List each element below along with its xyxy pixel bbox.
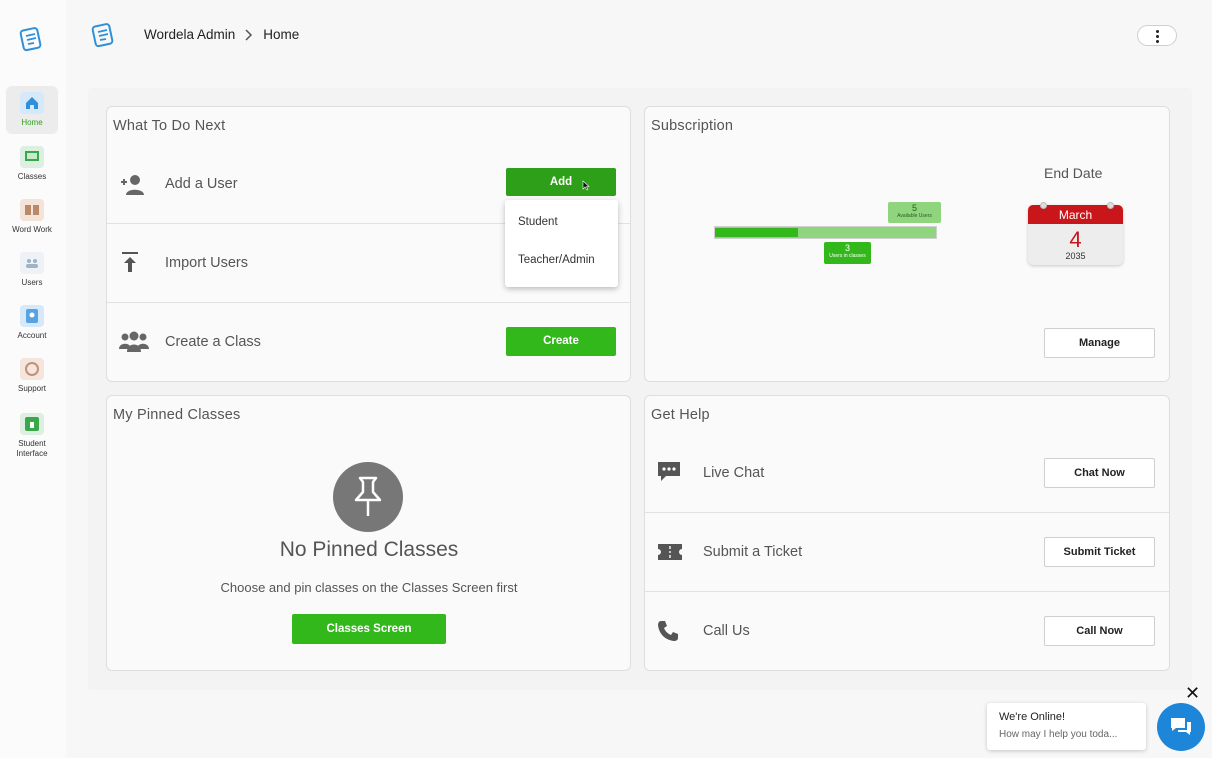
- card-title: What To Do Next: [113, 118, 226, 134]
- dropdown-item-student[interactable]: Student: [518, 216, 558, 228]
- phone-icon: [658, 621, 678, 641]
- sidebar-item-label: Home: [21, 118, 43, 127]
- chat-now-button[interactable]: Chat Now: [1044, 458, 1155, 488]
- sidebar-item-users[interactable]: Users: [6, 246, 58, 294]
- upload-icon: [122, 252, 138, 272]
- add-user-dropdown: Student Teacher/Admin: [505, 200, 618, 287]
- calendar-day: 4: [1069, 227, 1082, 252]
- end-date-label: End Date: [1044, 165, 1103, 181]
- row-label: Submit a Ticket: [703, 544, 803, 560]
- users-in-classes-value: 3: [844, 243, 850, 253]
- no-pinned-title: No Pinned Classes: [279, 538, 459, 561]
- row-label: Add a User: [165, 176, 238, 192]
- users-in-classes-fill: [715, 228, 798, 237]
- home-icon: [20, 92, 44, 114]
- chevron-right-icon: [245, 28, 253, 41]
- kebab-dot: [1156, 30, 1159, 33]
- chat-prompt-text: How may I help you toda...: [999, 729, 1118, 740]
- row-label: Create a Class: [165, 334, 261, 350]
- users-in-classes-tooltip: 3 Users in classes: [824, 242, 871, 264]
- card-title: Subscription: [651, 118, 734, 134]
- classes-icon: [20, 146, 44, 168]
- ticket-icon: [658, 544, 682, 560]
- create-button[interactable]: Create: [506, 327, 616, 356]
- book-icon: [20, 199, 44, 221]
- sidebar-item-label: Users: [21, 278, 43, 287]
- group-icon: [119, 331, 149, 352]
- dropdown-item-teacher-admin[interactable]: Teacher/Admin: [518, 254, 595, 266]
- submit-ticket-button[interactable]: Submit Ticket: [1044, 537, 1155, 567]
- calendar-ring: [1107, 202, 1114, 209]
- chat-online-text: We're Online!: [999, 711, 1066, 723]
- student-interface-icon: [20, 413, 44, 435]
- get-help-card: Get Help Live Chat Chat Now Submit a Tic…: [644, 395, 1170, 671]
- sidebar-item-label: Word Work: [12, 225, 52, 234]
- available-users-tooltip: 5 Available Users: [888, 202, 941, 223]
- kebab-dot: [1156, 35, 1159, 38]
- add-user-icon: [121, 175, 144, 195]
- chat-greeting-bubble[interactable]: We're Online! How may I help you toda...: [987, 703, 1146, 750]
- card-title: My Pinned Classes: [113, 407, 241, 423]
- create-class-row: Create a Class Create: [107, 303, 630, 382]
- kebab-dot: [1156, 40, 1159, 43]
- users-icon: [20, 252, 44, 274]
- sidebar-item-label: Student Interface: [16, 439, 48, 458]
- sidebar-item-student-interface[interactable]: Student Interface: [6, 407, 58, 465]
- available-users-value: 5: [911, 203, 917, 213]
- sidebar-item-account[interactable]: Account: [6, 299, 58, 347]
- mouse-cursor-icon: [582, 180, 590, 191]
- sidebar: Home Classes Word Work Users Account Sup…: [0, 0, 66, 758]
- wordela-logo-icon[interactable]: [90, 22, 116, 48]
- account-icon: [20, 305, 44, 327]
- sidebar-item-word-work[interactable]: Word Work: [6, 193, 58, 241]
- sidebar-item-support[interactable]: Support: [6, 352, 58, 400]
- call-now-button[interactable]: Call Now: [1044, 616, 1155, 646]
- open-chat-button[interactable]: [1157, 703, 1205, 751]
- classes-screen-button[interactable]: Classes Screen: [292, 614, 446, 644]
- chat-icon: [658, 462, 680, 481]
- users-bar: [714, 226, 937, 239]
- no-pinned-subtitle: Choose and pin classes on the Classes Sc…: [220, 580, 518, 595]
- live-chat-row: Live Chat Chat Now: [645, 434, 1169, 513]
- sidebar-item-classes[interactable]: Classes: [6, 140, 58, 188]
- sidebar-item-label: Classes: [17, 172, 47, 181]
- pinned-classes-card: My Pinned Classes Classes Screen: [106, 395, 631, 671]
- breadcrumb-current: Home: [263, 27, 300, 42]
- row-label: Live Chat: [703, 465, 765, 481]
- sidebar-item-label: Support: [17, 384, 47, 393]
- breadcrumb: Wordela Admin Home: [144, 27, 299, 42]
- row-label: Call Us: [703, 623, 750, 639]
- pushpin-icon: [333, 462, 403, 532]
- row-label: Import Users: [165, 255, 248, 271]
- available-users-label: Available Users: [897, 213, 932, 219]
- sidebar-item-label: Account: [17, 331, 47, 340]
- add-button[interactable]: Add: [506, 168, 616, 196]
- manage-button[interactable]: Manage: [1044, 328, 1155, 358]
- more-options-button[interactable]: [1137, 25, 1177, 46]
- users-in-classes-label: Users in classes: [829, 253, 866, 259]
- submit-ticket-row: Submit a Ticket Submit Ticket: [645, 513, 1169, 592]
- end-date-calendar: March 4 2035: [1028, 205, 1123, 265]
- wordela-logo-icon[interactable]: [18, 26, 44, 52]
- call-us-row: Call Us Call Now: [645, 592, 1169, 671]
- breadcrumb-root[interactable]: Wordela Admin: [144, 27, 235, 42]
- sidebar-item-home[interactable]: Home: [6, 86, 58, 134]
- calendar-ring: [1040, 202, 1047, 209]
- calendar-year: 2035: [1065, 251, 1086, 261]
- chat-bubbles-icon: [1171, 718, 1191, 735]
- card-title: Get Help: [651, 407, 710, 423]
- support-icon: [20, 358, 44, 380]
- close-chat-icon[interactable]: ✕: [1185, 684, 1200, 702]
